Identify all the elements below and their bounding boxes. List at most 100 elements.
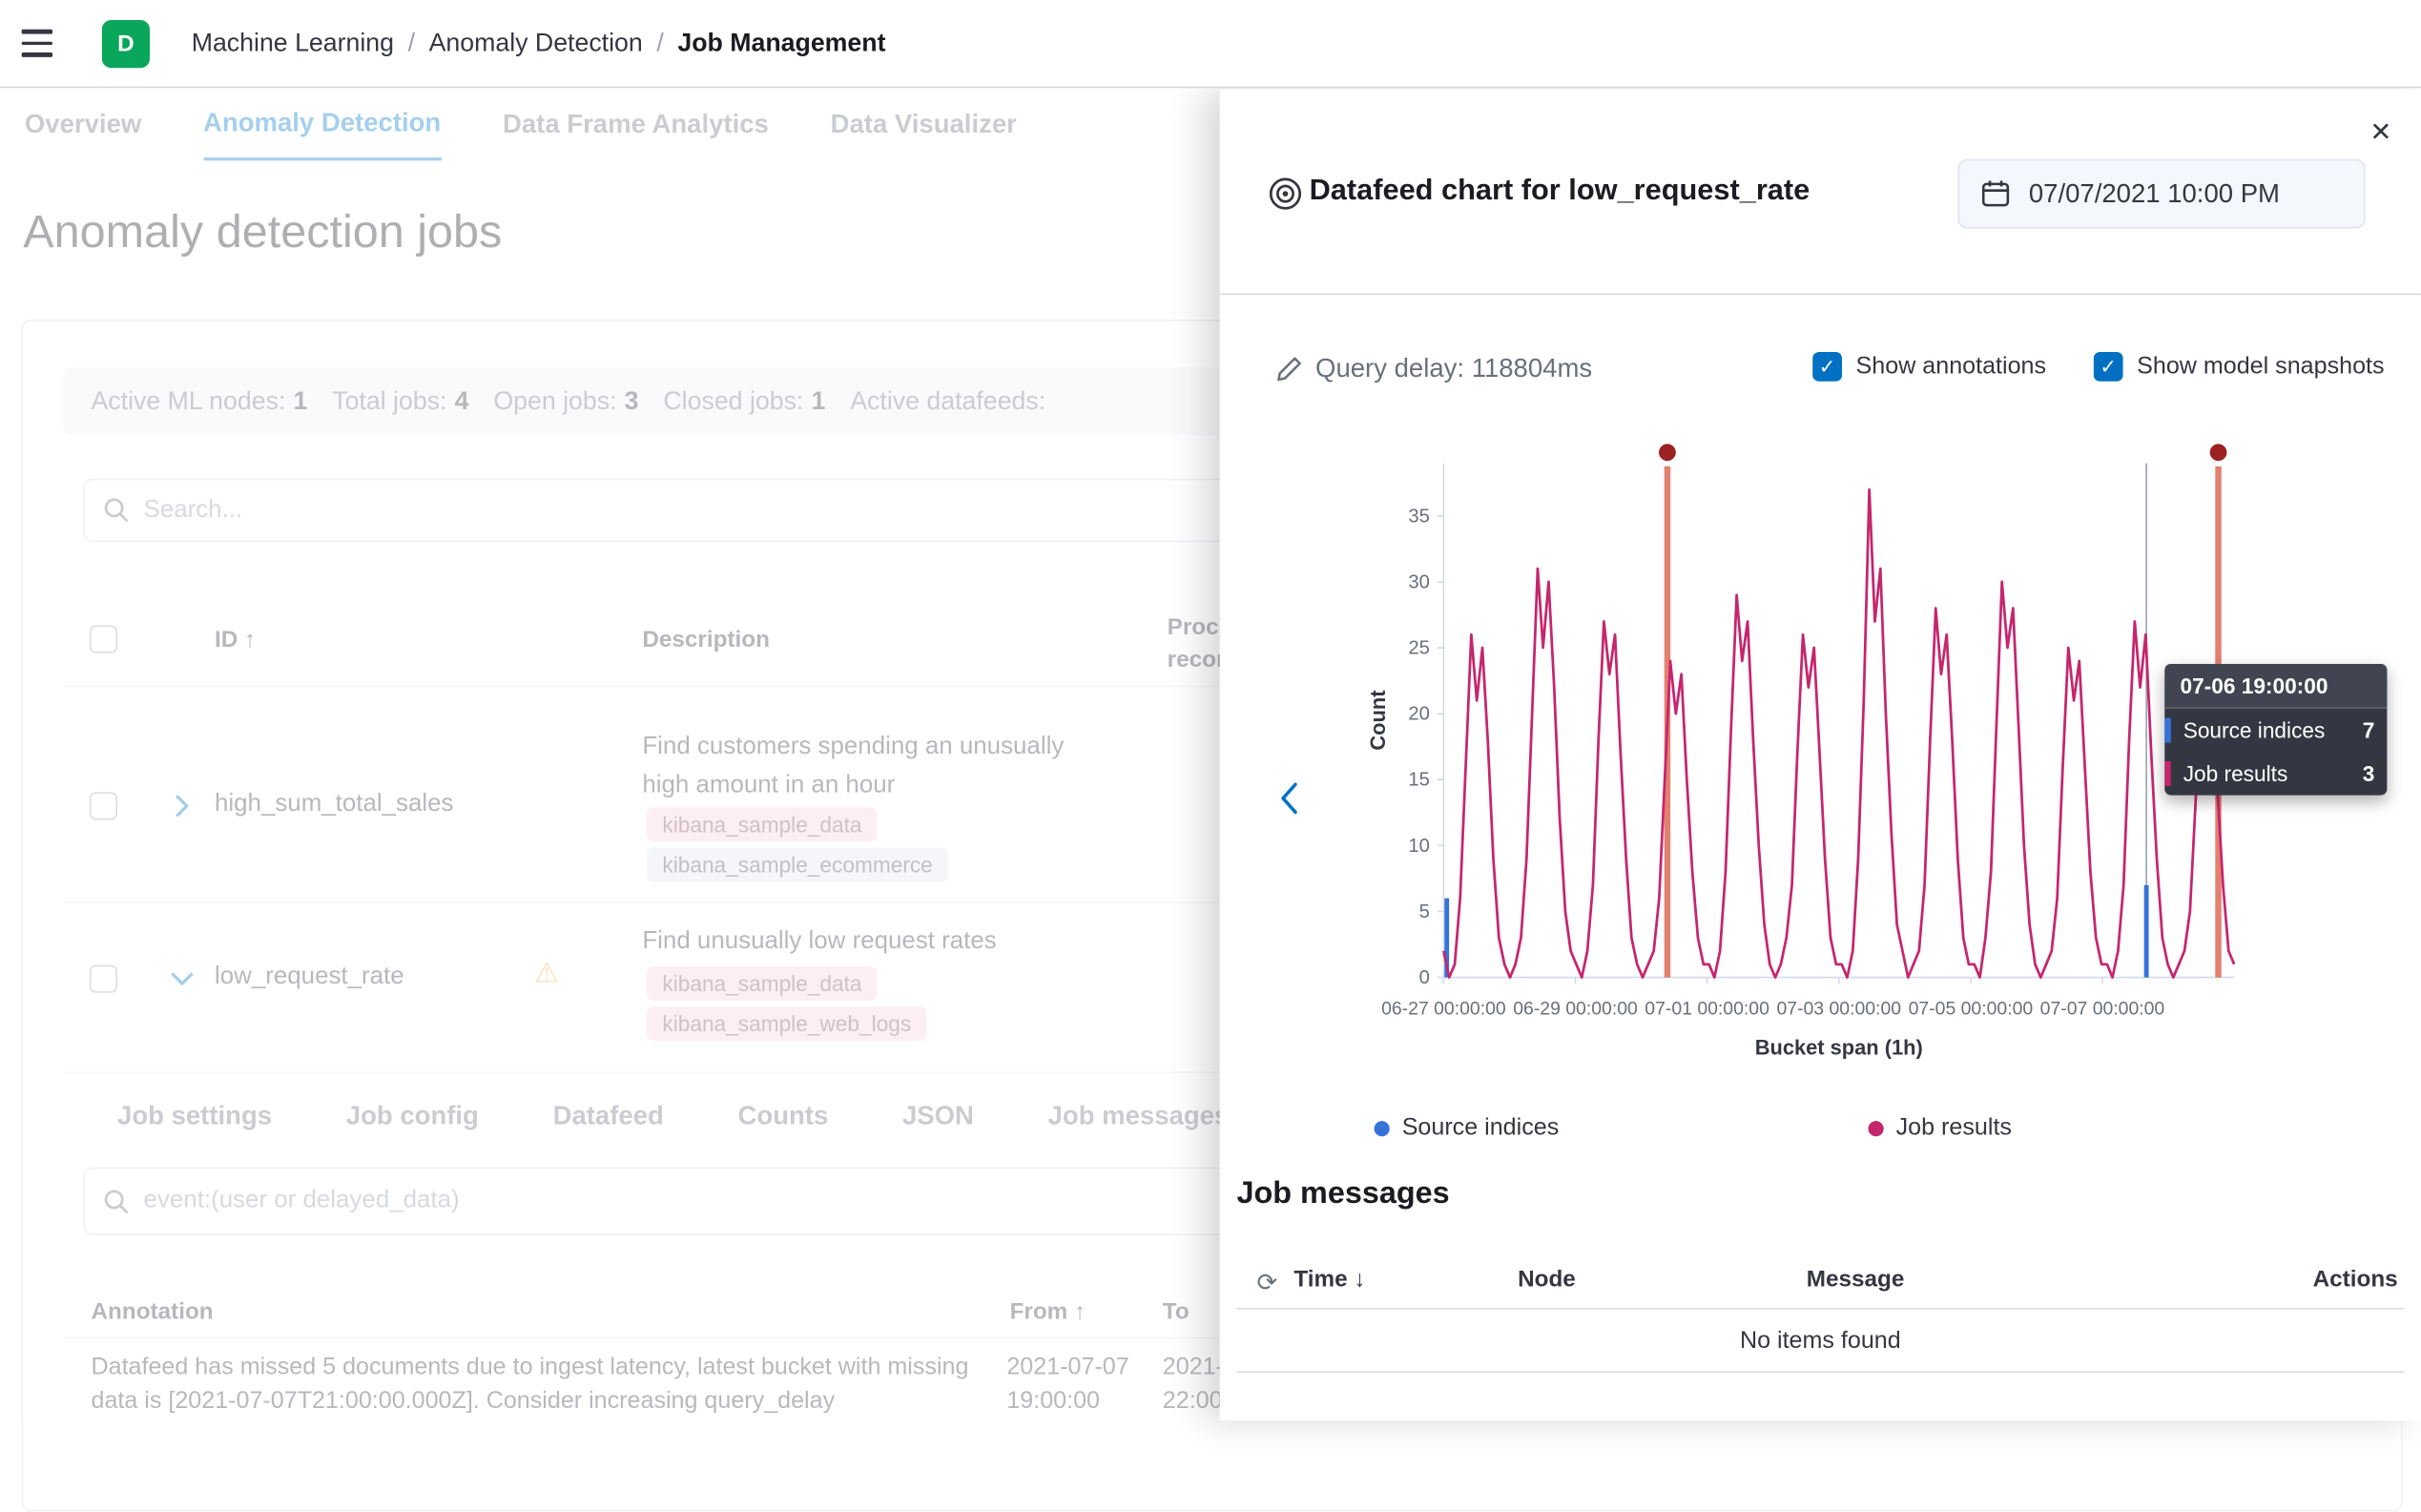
legend-item-job-results[interactable]: Job results <box>1869 1115 2012 1143</box>
svg-text:07-07 00:00:00: 07-07 00:00:00 <box>2040 998 2165 1019</box>
legend-item-source-indices[interactable]: Source indices <box>1375 1115 1560 1143</box>
tooltip-timestamp: 07-06 19:00:00 <box>2164 664 2387 709</box>
column-header-to[interactable]: To <box>1163 1298 1190 1325</box>
svg-text:30: 30 <box>1408 571 1430 592</box>
svg-text:07-05 00:00:00: 07-05 00:00:00 <box>1909 998 2034 1019</box>
breadcrumb: Machine Learning / Anomaly Detection / J… <box>192 0 886 88</box>
svg-text:5: 5 <box>1419 901 1430 922</box>
datepicker-button[interactable]: 07/07/2021 10:00 PM <box>1957 159 2365 229</box>
tab-data-frame-analytics[interactable]: Data Frame Analytics <box>503 88 769 160</box>
search-icon <box>103 1189 130 1215</box>
show-model-snapshots-control: ✓ Show model snapshots <box>2094 352 2385 382</box>
annotation-from: 2021-07-07 19:00:00 <box>1006 1351 1148 1419</box>
space-avatar[interactable]: D <box>102 20 150 68</box>
show-annotations-label: Show annotations <box>1856 353 2046 381</box>
chart-previous-page-icon[interactable] <box>1269 776 1312 822</box>
breadcrumb-machine-learning[interactable]: Machine Learning <box>192 30 394 59</box>
column-header-time[interactable]: Time ↓ <box>1293 1266 1365 1293</box>
warning-icon: ⚠ <box>534 958 559 990</box>
source-indices-dot <box>1375 1121 1390 1136</box>
stat-open-jobs: Open jobs:3 <box>493 386 638 416</box>
stat-closed-jobs: Closed jobs:1 <box>663 386 825 416</box>
job-detail-tabs: Job settings Job config Datafeed Counts … <box>117 1101 1229 1131</box>
menu-icon[interactable] <box>22 27 62 61</box>
tab-job-settings[interactable]: Job settings <box>117 1101 272 1131</box>
sort-asc-icon: ↑ <box>244 627 256 653</box>
breadcrumb-separator: / <box>408 30 415 59</box>
svg-text:25: 25 <box>1408 638 1430 659</box>
tab-json[interactable]: JSON <box>902 1101 974 1131</box>
datafeed-chart-icon <box>1268 176 1303 212</box>
svg-text:07-01 00:00:00: 07-01 00:00:00 <box>1645 998 1769 1019</box>
stat-active-datafeeds: Active datafeeds: <box>850 386 1053 416</box>
index-badge: kibana_sample_data <box>647 966 878 1001</box>
datafeed-chart-flyout: ✕ Datafeed chart for low_request_rate 07… <box>1220 90 2421 1420</box>
svg-text:35: 35 <box>1408 506 1430 527</box>
index-badge: kibana_sample_ecommerce <box>647 848 948 882</box>
index-badge: kibana_sample_data <box>647 808 878 842</box>
refresh-icon[interactable]: ⟳ <box>1257 1268 1278 1298</box>
breadcrumb-anomaly-detection[interactable]: Anomaly Detection <box>429 30 643 59</box>
column-header-actions: Actions <box>2313 1266 2398 1293</box>
svg-text:07-03 00:00:00: 07-03 00:00:00 <box>1776 998 1901 1019</box>
app-root: D Machine Learning / Anomaly Detection /… <box>0 0 2421 1420</box>
job-description: Find unusually low request rates <box>642 922 1106 960</box>
column-header-description: Description <box>642 627 770 653</box>
chart-tooltip: 07-06 19:00:00 Source indices 7 Job resu… <box>2164 664 2387 796</box>
query-delay-label: Query delay: 118804ms <box>1315 354 1592 384</box>
job-description: Find customers spending an unusually hig… <box>642 727 1097 804</box>
tab-datafeed[interactable]: Datafeed <box>553 1101 664 1131</box>
column-header-annotation: Annotation <box>91 1298 213 1325</box>
job-messages-table-header: ⟳ Time ↓ Node Message Actions <box>1236 1253 2404 1309</box>
sort-desc-icon: ↓ <box>1354 1266 1365 1293</box>
breadcrumb-separator: / <box>656 30 663 59</box>
select-all-checkbox[interactable] <box>90 626 117 653</box>
svg-text:Bucket span (1h): Bucket span (1h) <box>1755 1036 1923 1060</box>
svg-text:15: 15 <box>1408 770 1430 791</box>
row-checkbox[interactable] <box>90 792 117 819</box>
column-header-id[interactable]: ID ↑ <box>215 627 256 653</box>
row-checkbox[interactable] <box>90 965 117 993</box>
tab-anomaly-detection[interactable]: Anomaly Detection <box>203 88 441 160</box>
tooltip-row: Source indices 7 <box>2164 709 2387 752</box>
breadcrumb-job-management: Job Management <box>677 30 885 59</box>
tab-data-visualizer[interactable]: Data Visualizer <box>831 88 1017 160</box>
ml-nav-tabs: Overview Anomaly Detection Data Frame An… <box>25 88 1017 160</box>
job-id: low_request_rate <box>215 963 404 991</box>
collapse-row-icon[interactable] <box>168 965 196 993</box>
job-results-dot <box>1869 1121 1884 1136</box>
tab-job-messages[interactable]: Job messages <box>1048 1101 1230 1131</box>
no-items-found: No items found <box>1236 1311 2404 1373</box>
close-icon[interactable]: ✕ <box>2362 114 2399 152</box>
show-model-snapshots-checkbox[interactable]: ✓ <box>2094 352 2123 382</box>
flyout-title: Datafeed chart for low_request_rate <box>1310 175 1811 209</box>
svg-text:10: 10 <box>1408 836 1430 857</box>
datafeed-line-chart[interactable]: 0 5 10 15 20 25 30 35 06-27 00:00:00 06-29 00:00:… <box>1366 439 2246 1065</box>
job-messages-heading: Job messages <box>1236 1176 1449 1212</box>
stat-total-jobs: Total jobs:4 <box>332 386 468 416</box>
source-indices-swatch <box>2164 718 2170 743</box>
datepicker-value: 07/07/2021 10:00 PM <box>2029 178 2280 209</box>
sort-asc-icon: ↑ <box>1074 1298 1086 1325</box>
tab-job-config[interactable]: Job config <box>346 1101 479 1131</box>
column-header-from[interactable]: From ↑ <box>1010 1298 1086 1325</box>
svg-text:06-27 00:00:00: 06-27 00:00:00 <box>1381 998 1506 1019</box>
column-header-node: Node <box>1518 1266 1576 1293</box>
show-annotations-control: ✓ Show annotations <box>1812 352 2046 382</box>
search-icon <box>103 497 130 524</box>
calendar-icon <box>1981 179 2011 209</box>
top-header: D Machine Learning / Anomaly Detection /… <box>0 0 2421 88</box>
svg-text:0: 0 <box>1419 967 1430 988</box>
edit-pencil-icon[interactable] <box>1275 355 1303 383</box>
job-results-swatch <box>2164 761 2170 786</box>
expand-row-icon[interactable] <box>168 792 196 819</box>
index-badge: kibana_sample_web_logs <box>647 1006 926 1041</box>
tab-overview[interactable]: Overview <box>25 88 141 160</box>
svg-text:20: 20 <box>1408 704 1430 725</box>
page-title: Anomaly detection jobs <box>23 207 502 259</box>
divider <box>1220 294 2421 296</box>
job-id: high_sum_total_sales <box>215 791 454 818</box>
svg-text:06-29 00:00:00: 06-29 00:00:00 <box>1513 998 1638 1019</box>
tab-counts[interactable]: Counts <box>738 1101 829 1131</box>
show-annotations-checkbox[interactable]: ✓ <box>1812 352 1842 382</box>
